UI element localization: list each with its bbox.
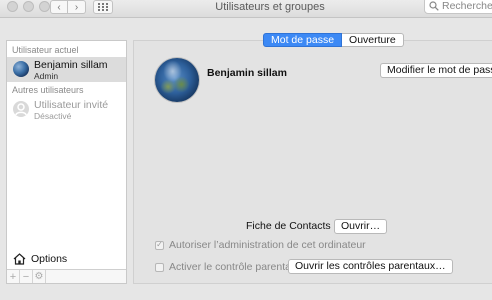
title-bar: ‹ › Utilisateurs et groupes Rechercher: [0, 0, 492, 18]
users-sidebar: Utilisateur actuel Benjamin sillam Admin…: [6, 40, 127, 284]
close-window-button[interactable]: [7, 1, 18, 12]
login-options-button[interactable]: Options: [7, 249, 126, 269]
search-placeholder: Rechercher: [442, 0, 492, 12]
parental-controls-row[interactable]: Activer le contrôle parental: [155, 261, 293, 273]
zoom-window-button[interactable]: [39, 1, 50, 12]
sidebar-item-guest-user[interactable]: Utilisateur invité Désactivé: [7, 97, 126, 122]
guest-avatar-icon: [13, 101, 29, 117]
segmented-tabs: Mot de passe Ouverture: [263, 33, 404, 47]
user-role: Admin: [34, 71, 59, 81]
tab-login-items[interactable]: Ouverture: [342, 33, 404, 47]
house-icon: [13, 253, 26, 265]
allow-admin-label: Autoriser l’administration de cet ordina…: [169, 239, 366, 251]
parental-controls-checkbox[interactable]: [155, 262, 164, 272]
add-user-button[interactable]: +: [7, 270, 20, 283]
grid-icon: [98, 3, 108, 11]
show-all-button[interactable]: [93, 0, 113, 14]
sidebar-toolbar: + − ⚙: [7, 269, 126, 283]
minimize-window-button[interactable]: [23, 1, 34, 12]
parental-controls-label: Activer le contrôle parental: [169, 261, 294, 273]
current-user-header: Utilisateur actuel: [12, 45, 79, 55]
open-contacts-button[interactable]: Ouvrir…: [334, 219, 388, 234]
avatar: [13, 61, 29, 77]
change-password-button[interactable]: Modifier le mot de passe…: [380, 63, 492, 78]
remove-user-button[interactable]: −: [20, 270, 33, 283]
user-picture[interactable]: [155, 58, 199, 102]
open-parental-controls-button[interactable]: Ouvrir les contrôles parentaux…: [288, 259, 453, 274]
chevron-left-icon: ‹: [57, 1, 61, 13]
window-title: Utilisateurs et groupes: [215, 1, 325, 13]
other-users-header: Autres utilisateurs: [12, 85, 84, 95]
user-name: Utilisateur invité: [34, 99, 109, 111]
page-title: Benjamin sillam: [207, 67, 287, 79]
user-name: Benjamin sillam: [34, 59, 108, 71]
tab-password[interactable]: Mot de passe: [263, 33, 343, 47]
search-icon: [429, 0, 439, 11]
allow-admin-checkbox[interactable]: ✓: [155, 240, 164, 250]
contacts-label: Fiche de Contacts :: [246, 220, 337, 232]
options-label: Options: [31, 253, 68, 265]
back-button[interactable]: ‹: [50, 0, 68, 14]
sidebar-item-current-user[interactable]: Benjamin sillam Admin: [7, 57, 126, 82]
user-role: Désactivé: [34, 111, 72, 121]
search-field[interactable]: Rechercher: [424, 0, 492, 14]
chevron-right-icon: ›: [74, 1, 79, 13]
forward-button[interactable]: ›: [68, 0, 86, 14]
allow-admin-row[interactable]: ✓ Autoriser l’administration de cet ordi…: [155, 239, 366, 251]
gear-icon[interactable]: ⚙: [33, 270, 46, 283]
